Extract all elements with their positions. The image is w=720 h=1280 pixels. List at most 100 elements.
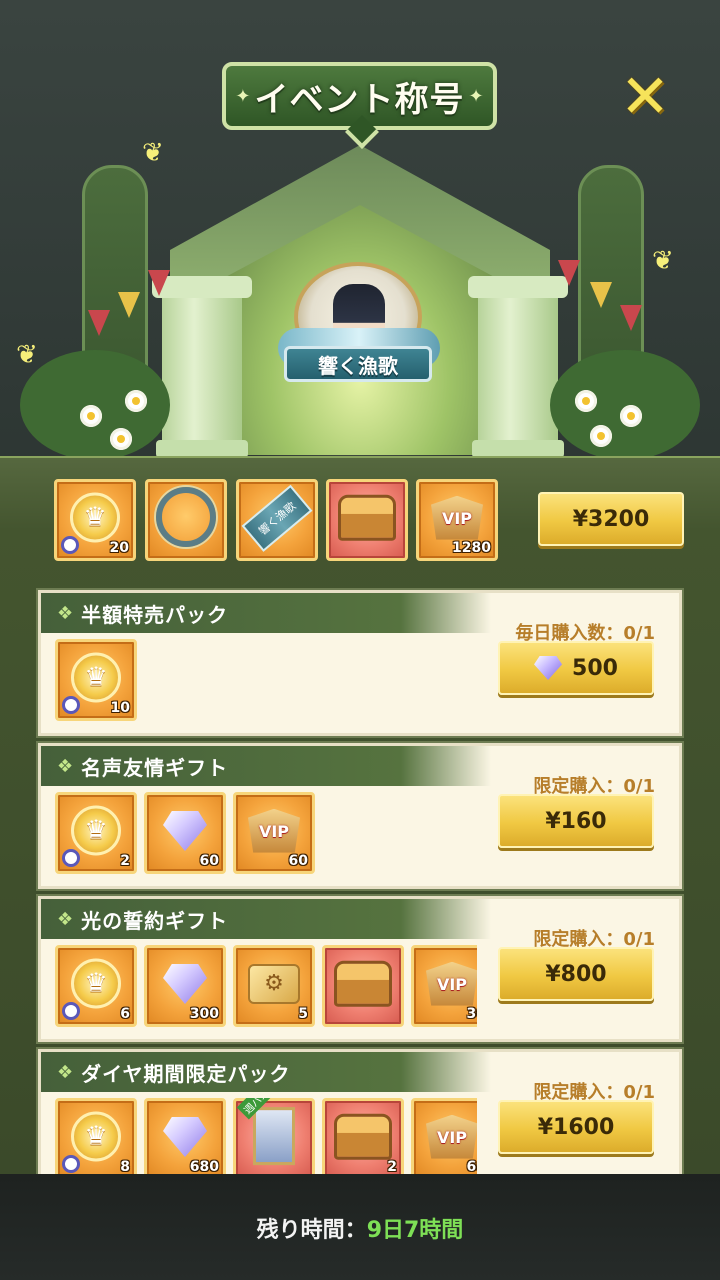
timer-icon [61,536,79,554]
scroll-label: 響く漁歌 [256,499,299,538]
item-count: 8 [120,1159,130,1175]
diamond-bullet-icon: ❖ [57,755,74,777]
reward-slot[interactable]: 680 [144,1098,226,1180]
item-count: 2 [120,853,130,869]
item-count: 20 [109,540,129,556]
title-scroll-icon: 響く漁歌 [241,484,313,552]
reward-slot[interactable]: ♛ 10 [55,639,137,721]
right-bush [550,350,700,460]
item-count: 10 [110,700,130,716]
reward-slot[interactable]: 2 [322,1098,404,1180]
remaining-time-value: 9日7時間 [366,1218,464,1243]
pack-header: ❖ 光の誓約ギフト [41,899,491,939]
diamond-bullet-icon: ❖ [57,908,74,930]
pack-title: 名声友情ギフト [81,755,229,780]
reward-slot[interactable]: ⚙ 5 [233,945,315,1027]
crown-coin-icon: ♛ [71,1111,121,1162]
reward-slot[interactable]: VIP 30 [411,945,477,1027]
remaining-time: 残り時間：9日7時間 [0,1212,720,1244]
reward-slot[interactable]: 300 [144,945,226,1027]
reward-slot[interactable]: 60 [144,792,226,874]
sparkle-icon: ✦ [235,85,251,107]
vip-badge-icon: VIP [431,495,483,540]
treasure-chest-icon [334,960,392,1007]
buy-pack-button[interactable]: 500 [498,641,654,695]
reward-slot[interactable]: VIP 60 [233,792,315,874]
weekly-pass-card-icon [253,1107,295,1166]
event-title-banner: ✦ イベント称号 ✦ [222,62,497,130]
treasure-chest-icon [334,1113,392,1160]
diamond-bullet-icon: ❖ [57,602,74,624]
vip-badge-icon: VIP [426,961,477,1006]
pennant-flag [558,260,580,286]
vip-badge-icon: VIP [248,808,300,853]
ticket-icon: ⚙ [248,964,300,1004]
item-count: 2 [387,1159,397,1175]
butterfly-icon: ❦ [16,340,38,370]
pack-title: ダイヤ期間限定パック [81,1061,291,1086]
price-label: ¥1600 [537,1114,615,1140]
reward-slot[interactable]: VIP 68 [411,1098,477,1180]
pennant-flag [590,282,612,308]
flower-icon [575,390,597,412]
flower-icon [80,405,102,427]
crown-coin-icon: ♛ [70,492,120,543]
reward-slot[interactable] [145,479,227,561]
item-count: 300 [189,1006,219,1022]
sparkle-icon: ✦ [468,85,484,107]
reward-slot[interactable] [322,945,404,1027]
pack-header: ❖ 名声友情ギフト [41,746,491,786]
reward-slot[interactable] [326,479,408,561]
item-count: 30 [466,1006,477,1022]
item-count: 680 [189,1159,219,1175]
pennant-flag [118,292,140,318]
reward-slot[interactable]: 週パス [233,1098,315,1180]
treasure-chest-icon [338,494,396,541]
close-button[interactable]: ✕ [612,64,678,130]
pack-title: 半額特売パック [81,602,229,627]
timer-icon [62,849,80,867]
pack-title: 光の誓約ギフト [81,908,229,933]
crown-coin-icon: ♛ [71,805,121,856]
page-title: イベント称号 [254,79,465,120]
item-count: 60 [288,853,308,869]
diamond-icon [163,964,207,1004]
reward-slot[interactable]: ♛ 2 [55,792,137,874]
diamond-icon [163,811,207,851]
flower-icon [125,390,147,412]
buy-pack-button[interactable]: ¥1600 [498,1100,654,1154]
diamond-bullet-icon: ❖ [57,1061,74,1083]
price-label: ¥800 [545,961,607,987]
diamond-icon [534,656,563,680]
flower-icon [620,405,642,427]
reward-slot[interactable]: ♛ 6 [55,945,137,1027]
item-count: 1280 [452,540,491,556]
buy-pack-button[interactable]: ¥160 [498,794,654,848]
reward-slot[interactable]: VIP 1280 [416,479,498,561]
avatar-frame-icon [156,487,216,547]
flower-icon [590,425,612,447]
butterfly-icon: ❦ [652,246,674,276]
buy-pack-button[interactable]: ¥800 [498,947,654,1001]
pack-items: ♛ 2 60 VIP 60 [51,792,477,876]
close-icon: ✕ [619,62,671,132]
diamond-icon [163,1117,207,1157]
butterfly-icon: ❦ [142,138,164,168]
crown-coin-icon: ♛ [71,652,121,703]
pack-items: ♛ 6 300 ⚙ 5 VIP 30 [51,945,477,1029]
pennant-flag [148,270,170,296]
pack-items: ♛ 8 680 週パス 2 VIP 68 [51,1098,477,1182]
remaining-time-label: 残り時間： [256,1218,367,1243]
timer-icon [62,696,80,714]
reward-slot[interactable]: ♛ 20 [54,479,136,561]
buy-featured-button[interactable]: ¥3200 [538,492,684,546]
timer-icon [62,1155,80,1173]
item-count: 68 [466,1159,477,1175]
pack-items: ♛ 10 [51,639,477,723]
pack-header: ❖ ダイヤ期間限定パック [41,1052,491,1092]
timer-icon [62,1002,80,1020]
reward-slot[interactable]: ♛ 8 [55,1098,137,1180]
vip-badge-icon: VIP [426,1114,477,1159]
pennant-flag [88,310,110,336]
reward-slot[interactable]: 響く漁歌 [236,479,318,561]
